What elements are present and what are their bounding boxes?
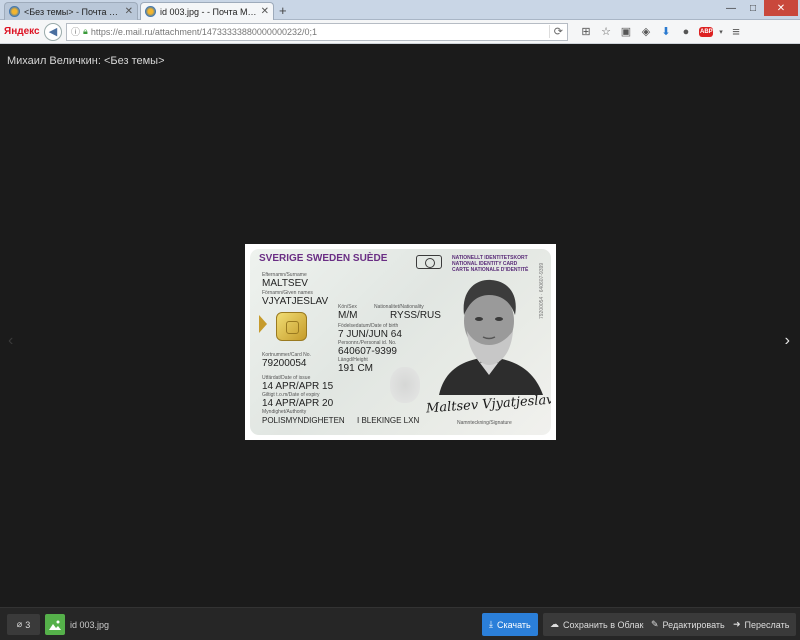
tab-strip: <Без темы> - Почта Mail.R... ✕ id 003.jp… (0, 0, 800, 20)
edit-label: Редактировать (662, 619, 725, 630)
window-controls: — □ ✕ (720, 0, 798, 16)
next-image-button[interactable]: › (785, 332, 790, 350)
sex: M/M (338, 310, 358, 321)
forward-arrow-icon: ➜ (733, 619, 741, 629)
close-tab-icon[interactable]: ✕ (261, 6, 269, 17)
image-thumbnail[interactable] (45, 614, 65, 635)
county: I BLEKINGE LXN (357, 416, 420, 425)
vertical-card-number: 79200054 · 640607-9399 (539, 262, 545, 319)
signature: Maltsev Vjyatjeslav (425, 392, 551, 417)
card-triangle-icon (259, 315, 267, 333)
download-icon[interactable]: ⬇ (656, 25, 676, 38)
edit-button[interactable]: ✎ Редактировать (644, 613, 732, 636)
card-chip-icon (276, 312, 307, 341)
mail-favicon-icon (145, 6, 156, 17)
download-icon: ⤓ (489, 619, 493, 629)
reload-icon[interactable]: ⟳ (548, 25, 563, 38)
adblock-icon[interactable]: ABP (699, 26, 713, 37)
tab-inbox[interactable]: <Без темы> - Почта Mail.R... ✕ (4, 2, 138, 20)
info-icon[interactable]: ⓘ (71, 25, 80, 38)
date-of-birth: 7 JUN/JUN 64 (338, 329, 402, 340)
new-tab-button[interactable]: + (279, 3, 287, 18)
star-icon[interactable]: ☆ (596, 25, 616, 38)
download-label: Скачать (496, 619, 531, 630)
national-caption: NATIONELLT IDENTITETSKORT NATIONAL IDENT… (452, 255, 529, 273)
chevron-down-icon[interactable]: ▾ (716, 28, 726, 36)
pencil-icon: ✎ (651, 619, 659, 629)
pocket-icon[interactable]: ◈ (636, 25, 656, 38)
viewer-bottom-bar: ⌀ 3 id 003.jpg ⤓ Скачать ☁ Сохранить в О… (0, 607, 800, 640)
forward-label: Переслать (744, 619, 790, 630)
browser-toolbar: Яндекс ◀ ⓘ 🔒︎ ⟳ ⊞ ☆ ▣ ◈ ⬇ ● ABP ▾ ≡ (0, 20, 800, 44)
height: 191 CM (338, 363, 374, 374)
expiry-date: 14 APR/APR 20 (262, 398, 334, 409)
previous-image-button[interactable]: ‹ (8, 332, 13, 350)
rss-icon[interactable]: ⊞ (576, 25, 596, 38)
download-button[interactable]: ⤓ Скачать (482, 613, 538, 636)
issue-date: 14 APR/APR 15 (262, 381, 334, 392)
address-bar[interactable]: ⓘ 🔒︎ ⟳ (66, 22, 568, 41)
tab-title: <Без темы> - Почта Mail.R... (24, 6, 121, 17)
url-input[interactable] (90, 26, 549, 37)
id-card: SVERIGE SWEDEN SUÈDE NATIONELLT IDENTITE… (250, 249, 551, 435)
card-emblem-icon (416, 255, 442, 269)
lock-icon: 🔒︎ (83, 26, 88, 36)
file-name: id 003.jpg (70, 620, 110, 630)
paperclip-icon: ⌀ (16, 619, 23, 629)
tab-attachment[interactable]: id 003.jpg - - Почта Mail.Ru ✕ (140, 2, 274, 20)
save-to-cloud-button[interactable]: ☁ Сохранить в Облако (543, 613, 656, 636)
toolbar-icons: ⊞ ☆ ▣ ◈ ⬇ ● ABP ▾ ≡ (576, 24, 746, 39)
surname: MALTSEV (262, 278, 308, 289)
authority: POLISMYNDIGHETEN (262, 416, 345, 425)
personal-id-number: 640607-9399 (338, 346, 397, 357)
yandex-logo[interactable]: Яндекс (4, 26, 40, 37)
signature-caption: Namnteckning/Signature (457, 420, 512, 426)
back-button[interactable]: ◀ (44, 22, 62, 41)
card-header: SVERIGE SWEDEN SUÈDE (259, 253, 388, 264)
tab-title: id 003.jpg - - Почта Mail.Ru (160, 6, 257, 17)
attachment-image: SVERIGE SWEDEN SUÈDE NATIONELLT IDENTITE… (245, 244, 556, 440)
forward-button[interactable]: ➜ Переслать (726, 613, 797, 636)
maximize-button[interactable]: □ (742, 0, 764, 16)
card-number: 79200054 (262, 358, 307, 369)
image-icon (49, 620, 61, 630)
cloud-icon: ☁ (550, 619, 559, 629)
menu-icon[interactable]: ≡ (726, 24, 746, 39)
minimize-button[interactable]: — (720, 0, 742, 16)
holder-portrait (431, 275, 548, 395)
ghost-portrait (390, 367, 420, 403)
close-window-button[interactable]: ✕ (764, 0, 798, 16)
given-names: VJYATJESLAV (262, 296, 329, 307)
attachments-count: 3 (25, 619, 31, 630)
close-tab-icon[interactable]: ✕ (125, 6, 133, 17)
viewer-title: Михаил Величкин: <Без темы> (7, 55, 165, 67)
mail-favicon-icon (9, 6, 20, 17)
browser-window: <Без темы> - Почта Mail.R... ✕ id 003.jp… (0, 0, 800, 640)
authority-caption: Myndighet/Authority (262, 409, 307, 415)
attachments-button[interactable]: ⌀ 3 (7, 614, 40, 635)
chat-icon[interactable]: ● (676, 26, 696, 38)
clipboard-icon[interactable]: ▣ (616, 25, 636, 38)
save-to-cloud-label: Сохранить в Облако (563, 619, 649, 630)
